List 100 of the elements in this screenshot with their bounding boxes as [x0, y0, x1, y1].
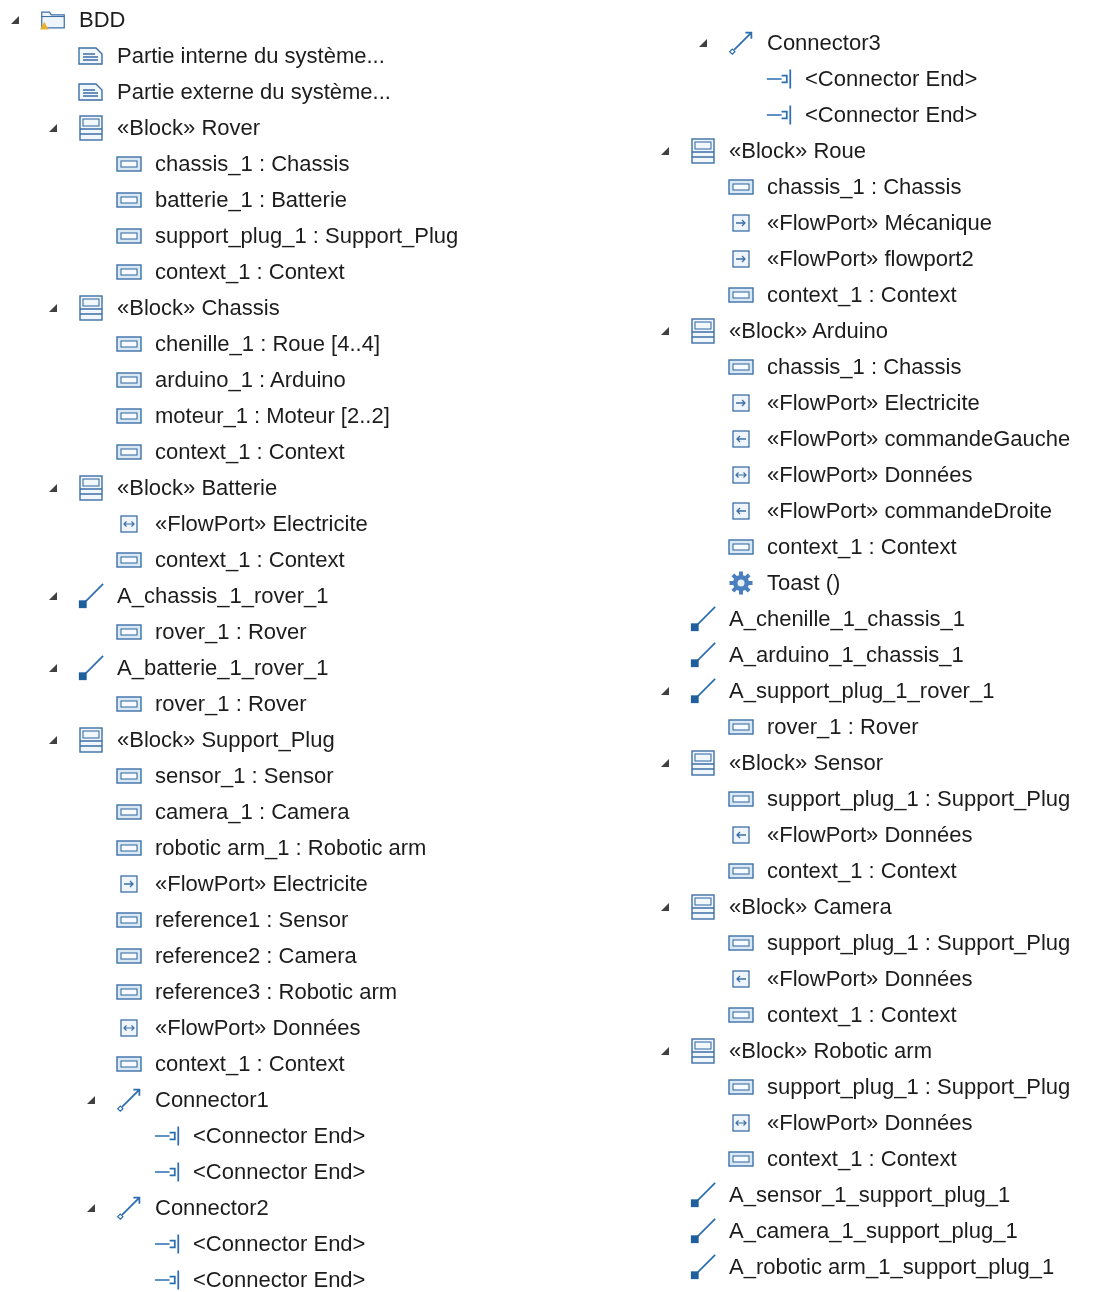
expand-toggle[interactable] — [48, 663, 58, 673]
tree-item[interactable]: chassis_1 : Chassis — [767, 174, 962, 200]
tree-item[interactable]: «Block» Support_Plug — [117, 727, 335, 753]
tree-item[interactable]: A_robotic arm_1_support_plug_1 — [729, 1254, 1055, 1280]
tree-item[interactable]: context_1 : Context — [767, 282, 957, 308]
tree-item[interactable]: context_1 : Context — [767, 1002, 957, 1028]
tree-item[interactable]: «Block» Robotic arm — [729, 1038, 932, 1064]
expand-toggle[interactable] — [48, 303, 58, 313]
part-icon — [728, 718, 754, 736]
part-icon — [116, 263, 142, 281]
tree-item[interactable]: support_plug_1 : Support_Plug — [767, 1074, 1071, 1100]
gear-icon — [729, 571, 753, 595]
tree-item[interactable]: <Connector End> — [193, 1123, 366, 1149]
tree-item[interactable]: <Connector End> — [193, 1267, 366, 1292]
tree-item[interactable]: <Connector End> — [193, 1159, 366, 1185]
expand-toggle[interactable] — [660, 758, 670, 768]
tree-item[interactable]: Partie interne du système... — [117, 43, 385, 69]
tree-item[interactable]: A_batterie_1_rover_1 — [117, 655, 329, 681]
tree-item[interactable]: support_plug_1 : Support_Plug — [155, 223, 459, 249]
tree-item[interactable]: batterie_1 : Batterie — [155, 187, 347, 213]
part-icon — [116, 623, 142, 641]
tree-item[interactable]: «FlowPort» commandeGauche — [767, 426, 1071, 452]
tree-item[interactable]: moteur_1 : Moteur [2..2] — [155, 403, 390, 429]
tree-item[interactable]: A_sensor_1_support_plug_1 — [729, 1182, 1011, 1208]
block-icon — [691, 750, 715, 776]
tree-item[interactable]: Connector3 — [767, 30, 881, 56]
tree-item[interactable]: «FlowPort» Données — [767, 966, 973, 992]
tree-item[interactable]: «Block» Camera — [729, 894, 892, 920]
tree-item[interactable]: rover_1 : Rover — [155, 691, 307, 717]
expand-toggle[interactable] — [86, 1095, 96, 1105]
tree-item[interactable]: context_1 : Context — [155, 1051, 345, 1077]
tree-item[interactable]: «FlowPort» Données — [767, 822, 973, 848]
tree-item[interactable]: «FlowPort» Electricite — [155, 871, 368, 897]
expand-toggle[interactable] — [660, 1046, 670, 1056]
tree-item[interactable]: Connector2 — [155, 1195, 269, 1221]
tree-item[interactable]: context_1 : Context — [767, 1146, 957, 1172]
tree-item[interactable]: Connector1 — [155, 1087, 269, 1113]
expand-toggle[interactable] — [48, 123, 58, 133]
tree-item[interactable]: «FlowPort» Données — [155, 1015, 361, 1041]
expand-toggle[interactable] — [660, 326, 670, 336]
tree-item[interactable]: context_1 : Context — [767, 858, 957, 884]
tree-item[interactable]: «FlowPort» Données — [767, 462, 973, 488]
expand-toggle[interactable] — [86, 1203, 96, 1213]
tree-item[interactable]: robotic arm_1 : Robotic arm — [155, 835, 427, 861]
tree-item[interactable]: «Block» Roue — [729, 138, 866, 164]
tree-item[interactable]: chassis_1 : Chassis — [155, 151, 350, 177]
tree-item[interactable]: reference3 : Robotic arm — [155, 979, 398, 1005]
tree-item[interactable]: A_chenille_1_chassis_1 — [729, 606, 966, 632]
tree-item[interactable]: context_1 : Context — [767, 534, 957, 560]
tree-item[interactable]: context_1 : Context — [155, 439, 345, 465]
tree-item[interactable]: A_camera_1_support_plug_1 — [729, 1218, 1018, 1244]
tree-item[interactable]: support_plug_1 : Support_Plug — [767, 786, 1071, 812]
tree-item[interactable]: reference2 : Camera — [155, 943, 357, 969]
expand-toggle[interactable] — [660, 902, 670, 912]
tree-item[interactable]: «FlowPort» commandeDroite — [767, 498, 1052, 524]
part-icon — [116, 335, 142, 353]
tree-item[interactable]: chenille_1 : Roue [4..4] — [155, 331, 381, 357]
tree-item[interactable]: «FlowPort» Données — [767, 1110, 973, 1136]
tree-item[interactable]: Partie externe du système... — [117, 79, 391, 105]
tree-item[interactable]: arduino_1 : Arduino — [155, 367, 346, 393]
tree-item[interactable]: A_support_plug_1_rover_1 — [729, 678, 995, 704]
tree-item[interactable]: «FlowPort» Electricite — [767, 390, 980, 416]
expand-toggle[interactable] — [48, 591, 58, 601]
tree-item[interactable]: <Connector End> — [805, 102, 978, 128]
tree-item[interactable]: «Block» Sensor — [729, 750, 884, 776]
connector-end-icon — [154, 1232, 180, 1256]
tree-item[interactable]: camera_1 : Camera — [155, 799, 350, 825]
tree-item[interactable]: chassis_1 : Chassis — [767, 354, 962, 380]
tree-item[interactable]: «Block» Batterie — [117, 475, 278, 501]
expand-toggle[interactable] — [660, 686, 670, 696]
tree-item[interactable]: <Connector End> — [805, 66, 978, 92]
tree-item[interactable]: sensor_1 : Sensor — [155, 763, 334, 789]
part-icon — [728, 1078, 754, 1096]
tree-item[interactable]: Toast () — [767, 570, 841, 596]
tree-item[interactable]: context_1 : Context — [155, 259, 345, 285]
connector-end-icon — [154, 1124, 180, 1148]
expand-toggle[interactable] — [10, 15, 20, 25]
expand-toggle[interactable] — [660, 146, 670, 156]
tree-item[interactable]: «FlowPort» Mécanique — [767, 210, 992, 236]
part-icon — [728, 1150, 754, 1168]
tree-item[interactable]: «Block» Rover — [117, 115, 261, 141]
tree-item[interactable]: support_plug_1 : Support_Plug — [767, 930, 1071, 956]
block-icon — [79, 295, 103, 321]
part-icon — [116, 227, 142, 245]
tree-item[interactable]: «FlowPort» Electricite — [155, 511, 368, 537]
expand-toggle[interactable] — [48, 483, 58, 493]
tree-item[interactable]: rover_1 : Rover — [767, 714, 919, 740]
tree-item[interactable]: rover_1 : Rover — [155, 619, 307, 645]
double-arrow-port-icon — [120, 1019, 138, 1037]
tree-item[interactable]: <Connector End> — [193, 1231, 366, 1257]
tree-item[interactable]: A_chassis_1_rover_1 — [117, 583, 329, 609]
tree-item[interactable]: reference1 : Sensor — [155, 907, 349, 933]
tree-item[interactable]: «FlowPort» flowport2 — [767, 246, 974, 272]
expand-toggle[interactable] — [48, 735, 58, 745]
tree-item[interactable]: context_1 : Context — [155, 547, 345, 573]
tree-item[interactable]: «Block» Chassis — [117, 295, 280, 321]
tree-item[interactable]: BDD — [79, 7, 126, 33]
tree-item[interactable]: A_arduino_1_chassis_1 — [729, 642, 964, 668]
tree-item[interactable]: «Block» Arduino — [729, 318, 888, 344]
expand-toggle[interactable] — [698, 38, 708, 48]
